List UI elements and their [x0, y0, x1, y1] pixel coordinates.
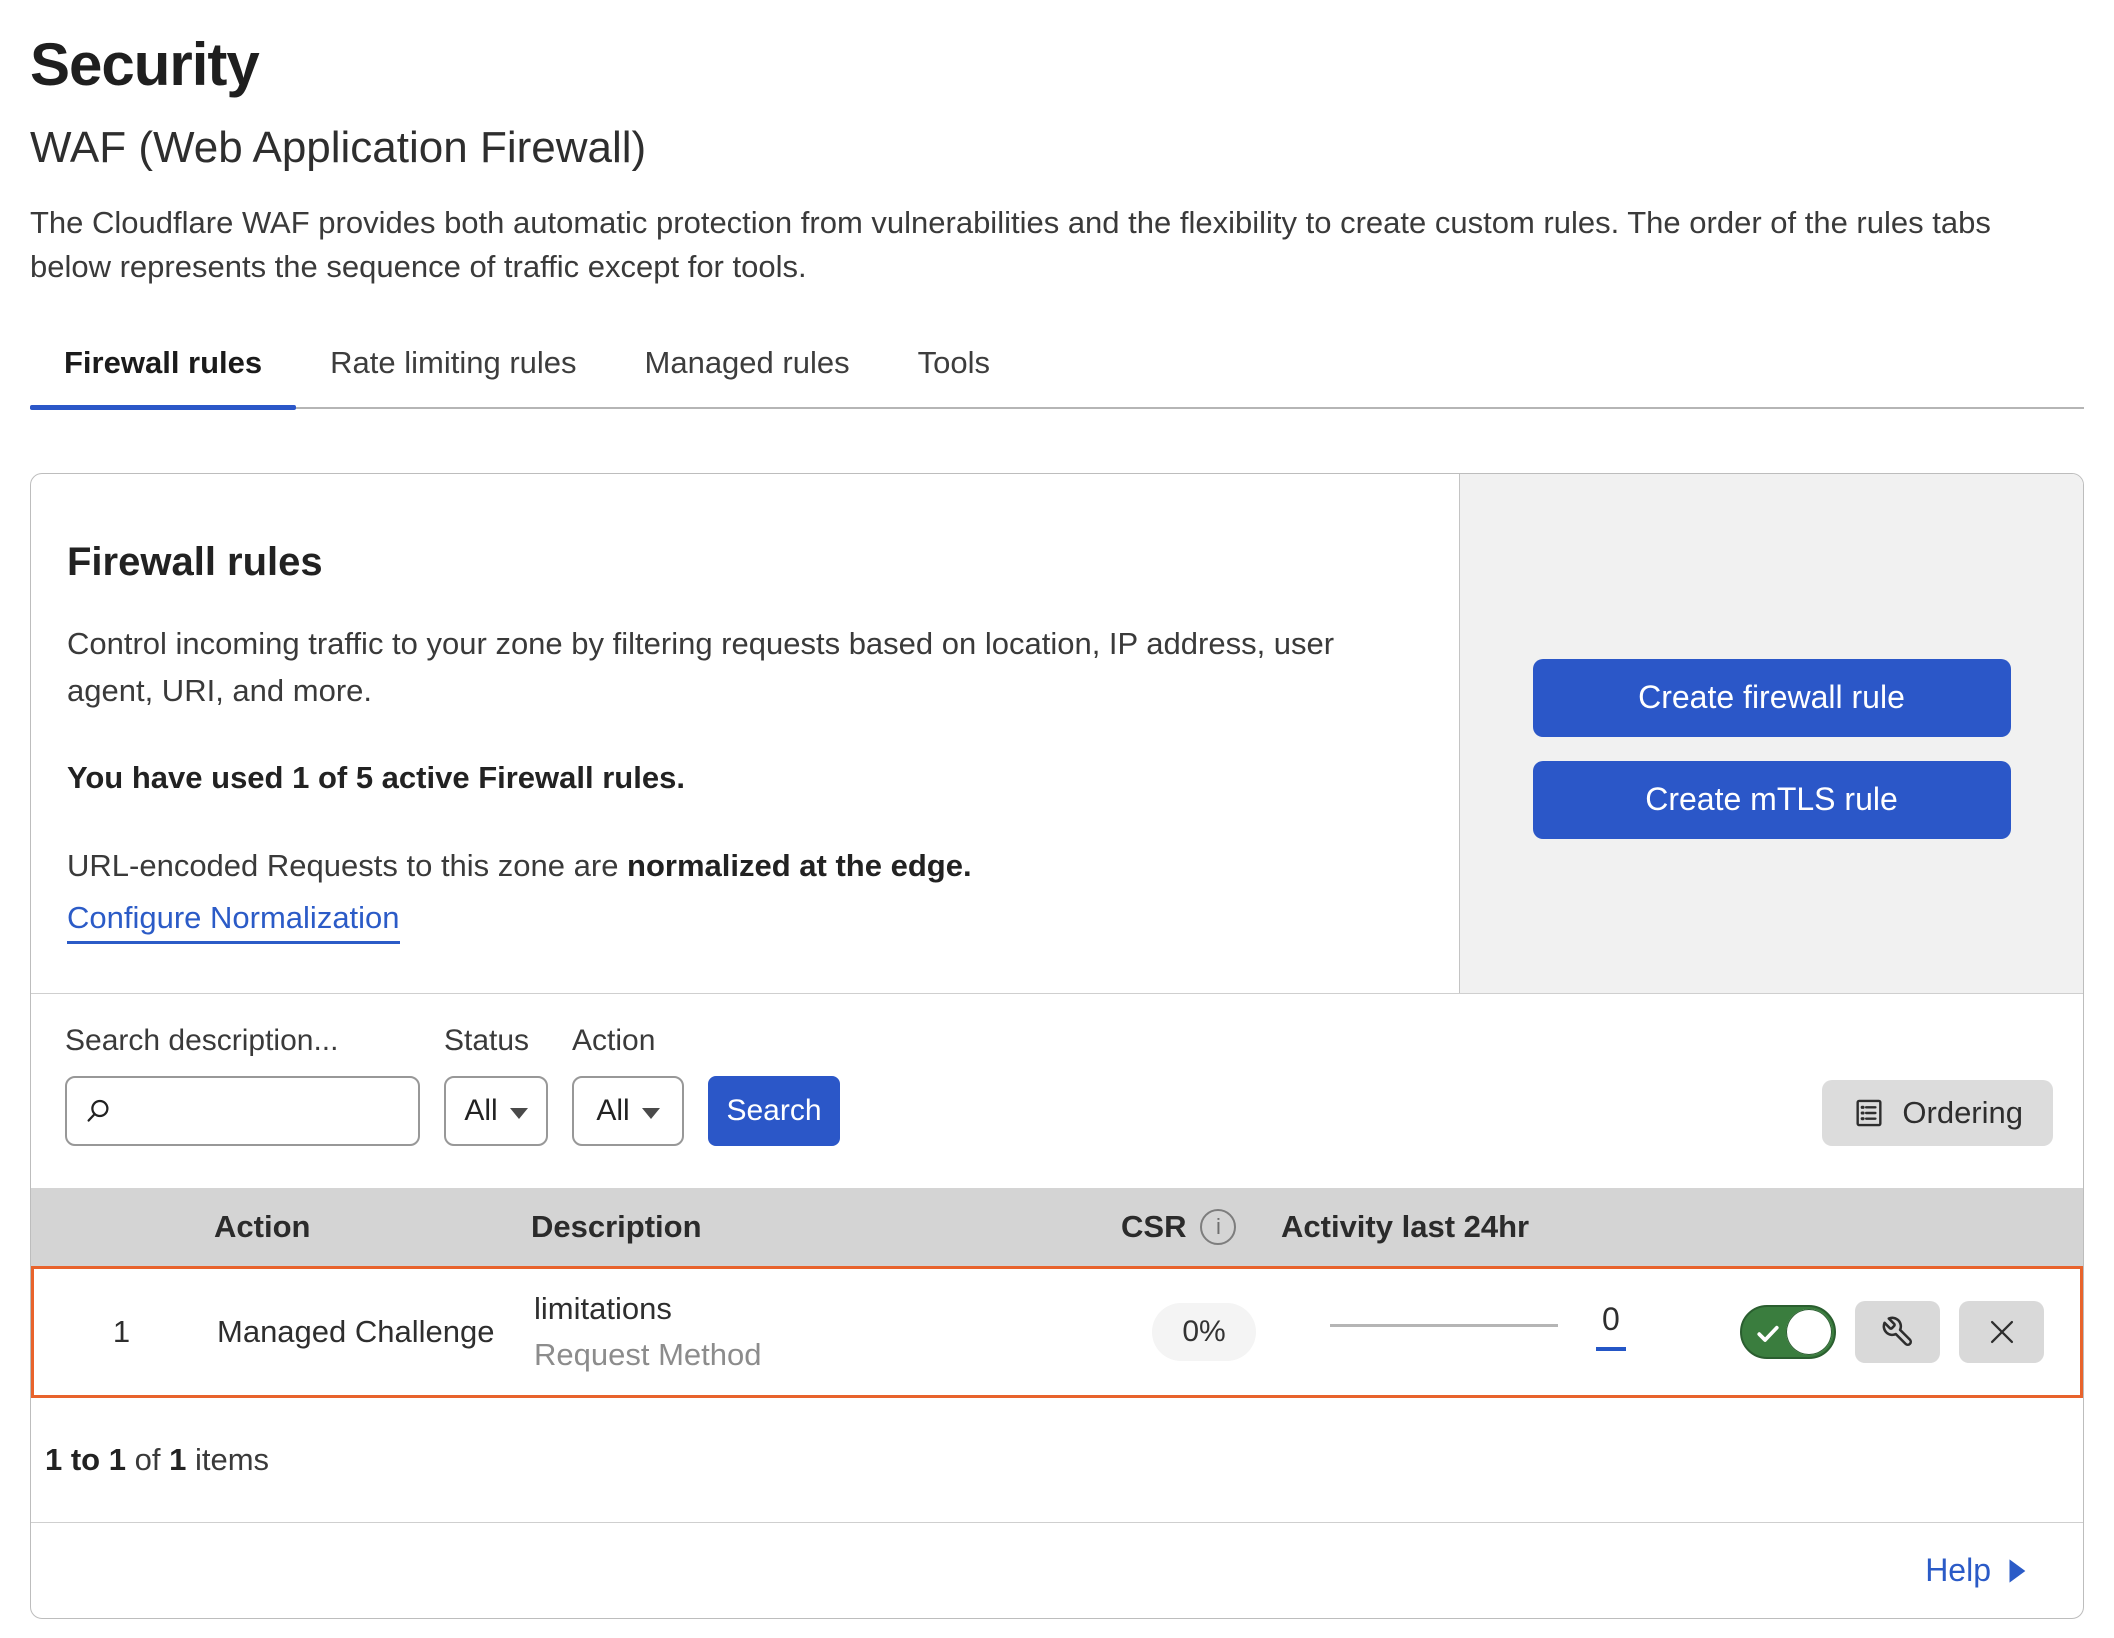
- status-select[interactable]: All: [444, 1076, 548, 1146]
- card-heading: Firewall rules: [67, 540, 1419, 585]
- rule-controls: [1694, 1301, 2080, 1363]
- search-icon: [83, 1096, 113, 1126]
- tab-firewall-rules[interactable]: Firewall rules: [30, 329, 296, 407]
- page-subtitle: WAF (Web Application Firewall): [30, 123, 2084, 173]
- column-csr-label: CSR: [1121, 1209, 1186, 1245]
- tab-bar: Firewall rules Rate limiting rules Manag…: [30, 329, 2084, 409]
- ordering-button-label: Ordering: [1902, 1095, 2023, 1131]
- search-button[interactable]: Search: [708, 1076, 840, 1146]
- configure-normalization-link[interactable]: Configure Normalization: [67, 900, 400, 944]
- rule-activity-cell: 0: [1284, 1301, 1694, 1363]
- table-row: 1 Managed Challenge limitations Request …: [31, 1266, 2083, 1398]
- page-header: Security WAF (Web Application Firewall) …: [0, 30, 2114, 409]
- list-icon: [1852, 1096, 1886, 1130]
- help-row: Help: [31, 1522, 2083, 1618]
- check-icon: [1754, 1319, 1782, 1347]
- table-header: Action Description CSR i Activity last 2…: [31, 1188, 2083, 1266]
- ordering-button[interactable]: Ordering: [1822, 1080, 2053, 1146]
- activity-sparkline: [1330, 1324, 1558, 1327]
- status-field: Status All: [444, 1024, 548, 1146]
- rule-enabled-toggle[interactable]: [1740, 1305, 1836, 1359]
- wrench-icon: [1881, 1315, 1915, 1349]
- overview-text-block: Firewall rules Control incoming traffic …: [31, 474, 1459, 993]
- create-firewall-rule-button[interactable]: Create firewall rule: [1533, 659, 2011, 737]
- action-field: Action All: [572, 1024, 684, 1146]
- card-description: Control incoming traffic to your zone by…: [67, 621, 1377, 714]
- summary-of: of: [135, 1442, 161, 1477]
- rule-priority: 1: [34, 1314, 209, 1350]
- rule-description-cell: limitations Request Method: [534, 1291, 1124, 1373]
- rule-match-field: Request Method: [534, 1337, 1124, 1373]
- activity-count-link[interactable]: 0: [1596, 1301, 1626, 1351]
- page-description: The Cloudflare WAF provides both automat…: [30, 201, 2080, 289]
- normalization-bold-text: normalized at the edge.: [627, 848, 972, 883]
- normalization-text: URL-encoded Requests to this zone are: [67, 848, 627, 883]
- summary-total: 1: [169, 1442, 186, 1477]
- summary-range: 1 to 1: [45, 1442, 126, 1477]
- firewall-rules-card: Firewall rules Control incoming traffic …: [30, 473, 2084, 1619]
- create-mtls-rule-button[interactable]: Create mTLS rule: [1533, 761, 2011, 839]
- column-activity: Activity last 24hr: [1281, 1209, 1691, 1245]
- normalization-line: URL-encoded Requests to this zone are no…: [67, 848, 1419, 884]
- firewall-rules-overview: Firewall rules Control incoming traffic …: [31, 474, 2083, 993]
- usage-line: You have used 1 of 5 active Firewall rul…: [67, 760, 1419, 796]
- pagination-summary: 1 to 1 of 1 items: [31, 1398, 2083, 1522]
- summary-items: items: [195, 1442, 269, 1477]
- tab-managed-rules[interactable]: Managed rules: [611, 329, 884, 407]
- column-description: Description: [531, 1209, 1121, 1245]
- tab-tools[interactable]: Tools: [884, 329, 1024, 407]
- page-title: Security: [30, 30, 2084, 99]
- edit-rule-button[interactable]: [1855, 1301, 1940, 1363]
- rule-csr-cell: 0%: [1124, 1303, 1284, 1361]
- create-rules-panel: Create firewall rule Create mTLS rule: [1459, 474, 2083, 993]
- status-label: Status: [444, 1024, 548, 1058]
- search-label: Search description...: [65, 1024, 420, 1058]
- rule-action: Managed Challenge: [209, 1314, 534, 1350]
- chevron-down-icon: [642, 1108, 660, 1119]
- action-select[interactable]: All: [572, 1076, 684, 1146]
- help-label: Help: [1925, 1552, 1991, 1589]
- search-input[interactable]: [123, 1094, 402, 1128]
- arrow-right-icon: [2007, 1558, 2027, 1584]
- rule-description: limitations: [534, 1291, 1124, 1327]
- help-link[interactable]: Help: [1925, 1552, 2027, 1589]
- column-action: Action: [206, 1209, 531, 1245]
- delete-rule-button[interactable]: [1959, 1301, 2044, 1363]
- tab-rate-limiting-rules[interactable]: Rate limiting rules: [296, 329, 610, 407]
- filter-bar: Search description... Status All: [31, 993, 2083, 1188]
- search-box[interactable]: [65, 1076, 420, 1146]
- status-select-value: All: [464, 1094, 497, 1128]
- action-label: Action: [572, 1024, 684, 1058]
- search-field: Search description...: [65, 1024, 420, 1146]
- toggle-knob: [1786, 1309, 1832, 1355]
- action-select-value: All: [596, 1094, 629, 1128]
- close-icon: [1985, 1315, 2019, 1349]
- info-icon[interactable]: i: [1200, 1209, 1236, 1245]
- filter-controls: Search description... Status All: [65, 1024, 840, 1146]
- chevron-down-icon: [510, 1108, 528, 1119]
- csr-badge: 0%: [1152, 1303, 1255, 1361]
- column-csr: CSR i: [1121, 1209, 1281, 1245]
- waf-security-page: Security WAF (Web Application Firewall) …: [0, 0, 2114, 1638]
